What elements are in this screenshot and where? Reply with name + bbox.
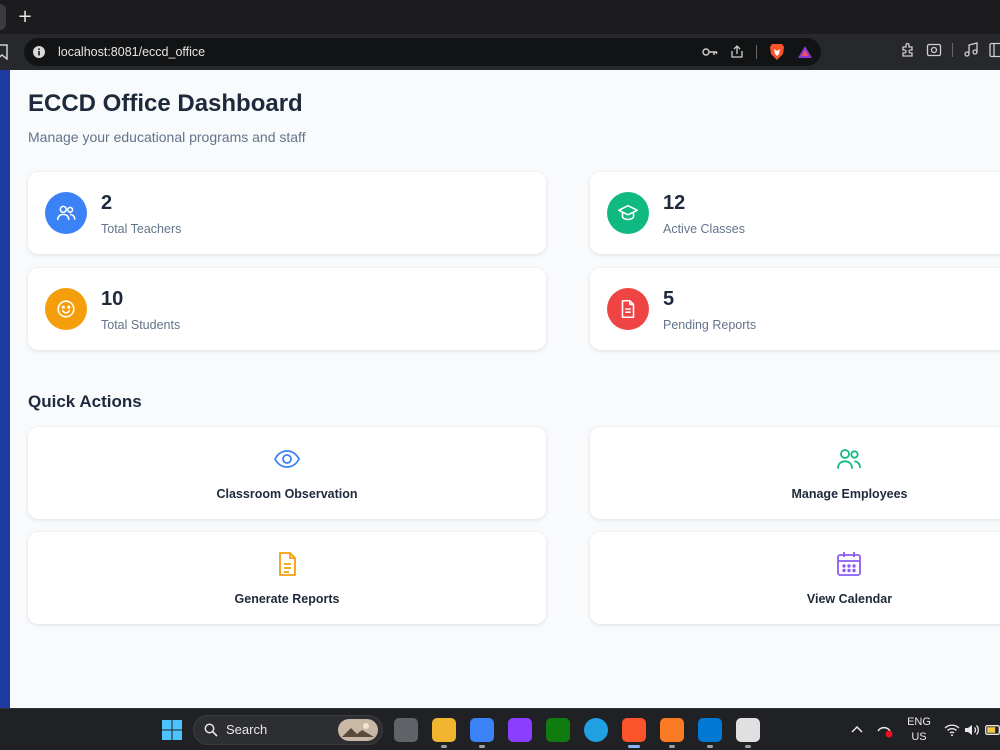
stat-label: Total Teachers [101,222,182,236]
search-icon [204,723,218,737]
stat-card-teachers[interactable]: 2 Total Teachers [28,172,546,254]
media-icon[interactable] [963,42,979,58]
manage-employees-button[interactable]: Manage Employees [590,427,1000,519]
region-indicator[interactable]: US [902,731,936,743]
stat-icon-circle [607,192,649,234]
stat-card-students[interactable]: 10 Total Students [28,268,546,350]
stat-icon-circle [45,288,87,330]
stat-value: 10 [101,288,124,310]
stat-value: 5 [663,288,675,310]
new-tab-button[interactable]: + [14,4,36,30]
stat-label: Total Students [101,318,181,332]
page-viewport: ECCD Office Dashboard Manage your educat… [0,70,1000,708]
running-indicator [707,745,713,748]
url-text[interactable]: localhost:8081/eccd_office [58,38,205,66]
search-label: Search [226,722,268,737]
vscode-icon[interactable] [698,718,722,742]
running-indicator [441,745,447,748]
wifi-icon[interactable] [944,723,960,737]
stat-icon-circle [607,288,649,330]
xbox-icon[interactable] [546,718,570,742]
toolbar-separator [756,45,757,59]
view-calendar-button[interactable]: View Calendar [590,532,1000,624]
bookmark-icon[interactable] [0,44,8,60]
windows-start-icon[interactable] [160,718,184,742]
stat-label: Active Classes [663,222,745,236]
chevron-up-icon[interactable] [851,724,863,734]
toolbar-separator [952,43,953,57]
running-indicator [479,745,485,748]
running-indicator [745,745,751,748]
search-highlight-image-icon [338,719,378,741]
page-title: ECCD Office Dashboard [28,90,303,117]
brave-browser-icon[interactable] [622,718,646,742]
app-icon[interactable] [508,718,532,742]
eye-icon [273,450,301,468]
action-label: Classroom Observation [216,487,358,501]
file-explorer-icon[interactable] [432,718,456,742]
language-indicator[interactable]: ENG [902,716,936,728]
browser-tab[interactable] [0,4,6,30]
calendar-icon [837,552,861,576]
generate-reports-button[interactable]: Generate Reports [28,532,546,624]
battery-icon[interactable] [985,724,1000,736]
document-icon [621,299,635,319]
stat-value: 2 [101,192,113,214]
users-icon [837,449,861,469]
brave-shields-icon[interactable] [769,43,785,61]
sidebar-icon[interactable] [989,42,1000,58]
quick-actions-title: Quick Actions [28,392,142,411]
task-view-icon[interactable] [394,718,418,742]
active-indicator [628,745,640,748]
extensions-icon[interactable] [900,42,916,58]
stat-icon-circle [45,192,87,234]
site-info-icon[interactable] [33,46,45,58]
taskbar-search[interactable]: Search [193,715,383,745]
microsoft-store-icon[interactable] [470,718,494,742]
browser-tab-strip: + [0,0,1000,34]
stat-label: Pending Reports [663,318,757,332]
brave-rewards-icon[interactable] [797,45,813,59]
action-label: View Calendar [806,592,893,606]
action-label: Manage Employees [791,487,908,501]
stat-value: 12 [663,192,686,214]
xampp-icon[interactable] [660,718,684,742]
classroom-observation-button[interactable]: Classroom Observation [28,427,546,519]
running-indicator [669,745,675,748]
key-icon[interactable] [702,46,718,58]
sidebar-edge [0,70,10,708]
os-taskbar: Search ENG US [0,708,1000,750]
document-icon [279,552,296,576]
share-icon[interactable] [730,45,744,59]
page-subtitle: Manage your educational programs and sta… [28,129,306,145]
smile-icon [57,300,75,318]
action-label: Generate Reports [234,592,340,606]
stat-card-classes[interactable]: 12 Active Classes [590,172,1000,254]
screenshot-icon[interactable] [926,42,942,58]
browser-toolbar: localhost:8081/eccd_office [0,34,1000,70]
users-icon [56,205,76,221]
address-bar[interactable]: localhost:8081/eccd_office [24,38,821,66]
snipping-tool-icon[interactable] [736,718,760,742]
edge-browser-icon[interactable] [584,718,608,742]
volume-icon[interactable] [964,723,980,737]
stat-card-reports[interactable]: 5 Pending Reports [590,268,1000,350]
graduation-cap-icon [618,204,638,221]
network-warning-icon[interactable] [876,722,894,738]
